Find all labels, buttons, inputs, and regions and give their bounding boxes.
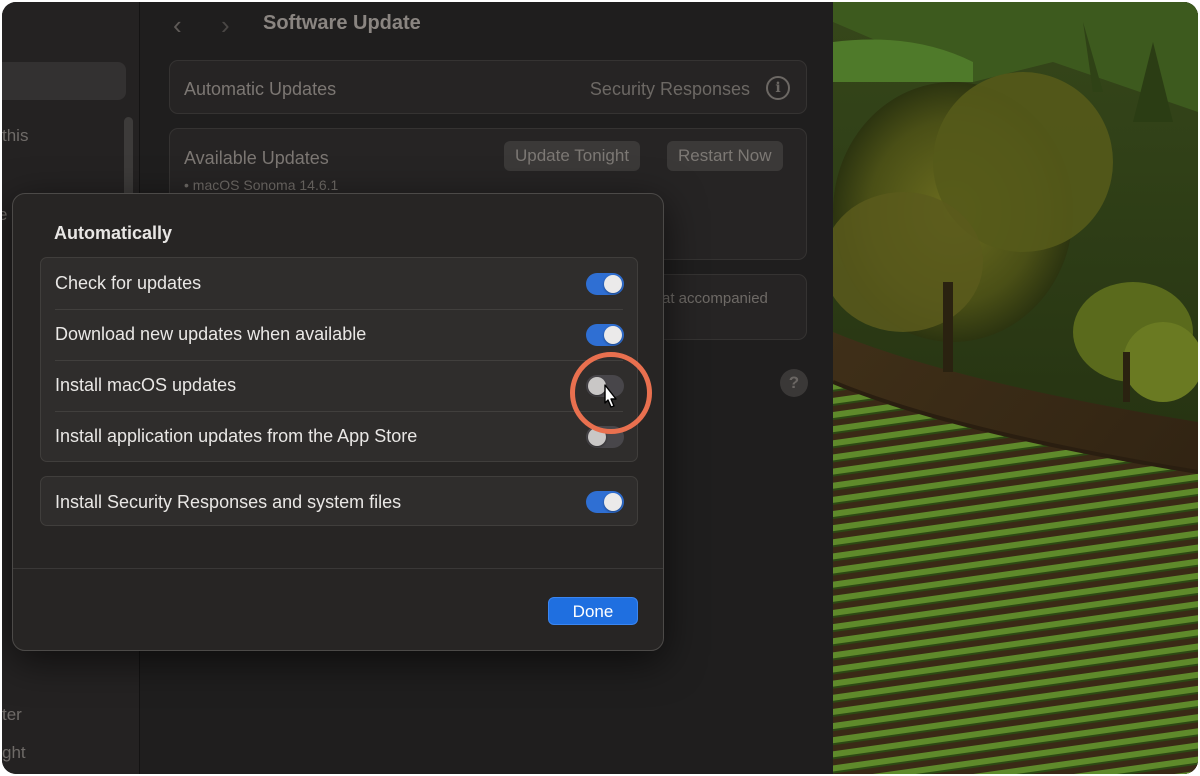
option-label: Install macOS updates	[55, 375, 237, 395]
help-icon[interactable]: ?	[780, 369, 808, 397]
check-updates-toggle[interactable]	[586, 273, 624, 295]
update-list-item: • macOS Sonoma 14.6.1	[184, 177, 339, 193]
sidebar-item-fragment[interactable]: ght	[2, 743, 26, 763]
option-row-install-app-store: Install application updates from the App…	[41, 411, 637, 462]
window-title: Software Update	[263, 12, 421, 34]
mouse-pointer-icon	[604, 384, 617, 408]
option-row-security-responses: Install Security Responses and system fi…	[41, 477, 637, 527]
sidebar-item-fragment[interactable]: this	[2, 126, 28, 146]
security-responses-toggle[interactable]	[586, 491, 624, 513]
option-label: Check for updates	[55, 273, 202, 293]
option-row-download-updates: Download new updates when available	[41, 309, 637, 360]
vineyard-landscape-image	[833, 2, 1198, 774]
option-label: Install Security Responses and system fi…	[55, 492, 402, 512]
automatic-updates-label: Automatic Updates	[184, 79, 337, 99]
options-group: Check for updates Download new updates w…	[40, 257, 638, 462]
update-tonight-button[interactable]: Update Tonight	[504, 141, 641, 171]
option-row-check-updates: Check for updates	[41, 258, 637, 309]
sheet-divider	[13, 568, 663, 569]
note-text-fragment: at accompanied	[662, 290, 768, 307]
automatic-updates-sheet: Automatically Check for updates Download…	[12, 193, 664, 651]
forward-chevron-icon[interactable]: ›	[221, 10, 230, 40]
automatic-updates-card: Automatic Updates Security Responses i	[169, 60, 807, 114]
toolbar: ‹ › Software Update	[141, 2, 833, 48]
desktop-wallpaper	[833, 2, 1198, 774]
toggle-knob	[604, 275, 622, 293]
security-group: Install Security Responses and system fi…	[40, 476, 638, 526]
option-row-install-macos: Install macOS updates	[41, 360, 637, 411]
toggle-knob	[604, 326, 622, 344]
available-updates-label: Available Updates	[184, 148, 329, 168]
download-updates-toggle[interactable]	[586, 324, 624, 346]
done-button[interactable]: Done	[548, 597, 638, 625]
sidebar-item-fragment[interactable]: e	[2, 205, 7, 225]
sheet-title: Automatically	[54, 223, 173, 243]
sidebar-item-fragment[interactable]: ter	[2, 705, 22, 725]
back-chevron-icon[interactable]: ‹	[173, 10, 182, 40]
restart-now-button[interactable]: Restart Now	[667, 141, 783, 171]
screen: this e ter ght ‹ › Software Update Autom…	[2, 2, 1198, 774]
option-label: Download new updates when available	[55, 324, 367, 344]
option-label: Install application updates from the App…	[55, 426, 418, 446]
automatic-updates-value: Security Responses	[589, 79, 750, 99]
sidebar-selected-item[interactable]	[2, 62, 126, 100]
info-icon[interactable]: i	[766, 76, 790, 100]
toggle-knob	[604, 493, 622, 511]
